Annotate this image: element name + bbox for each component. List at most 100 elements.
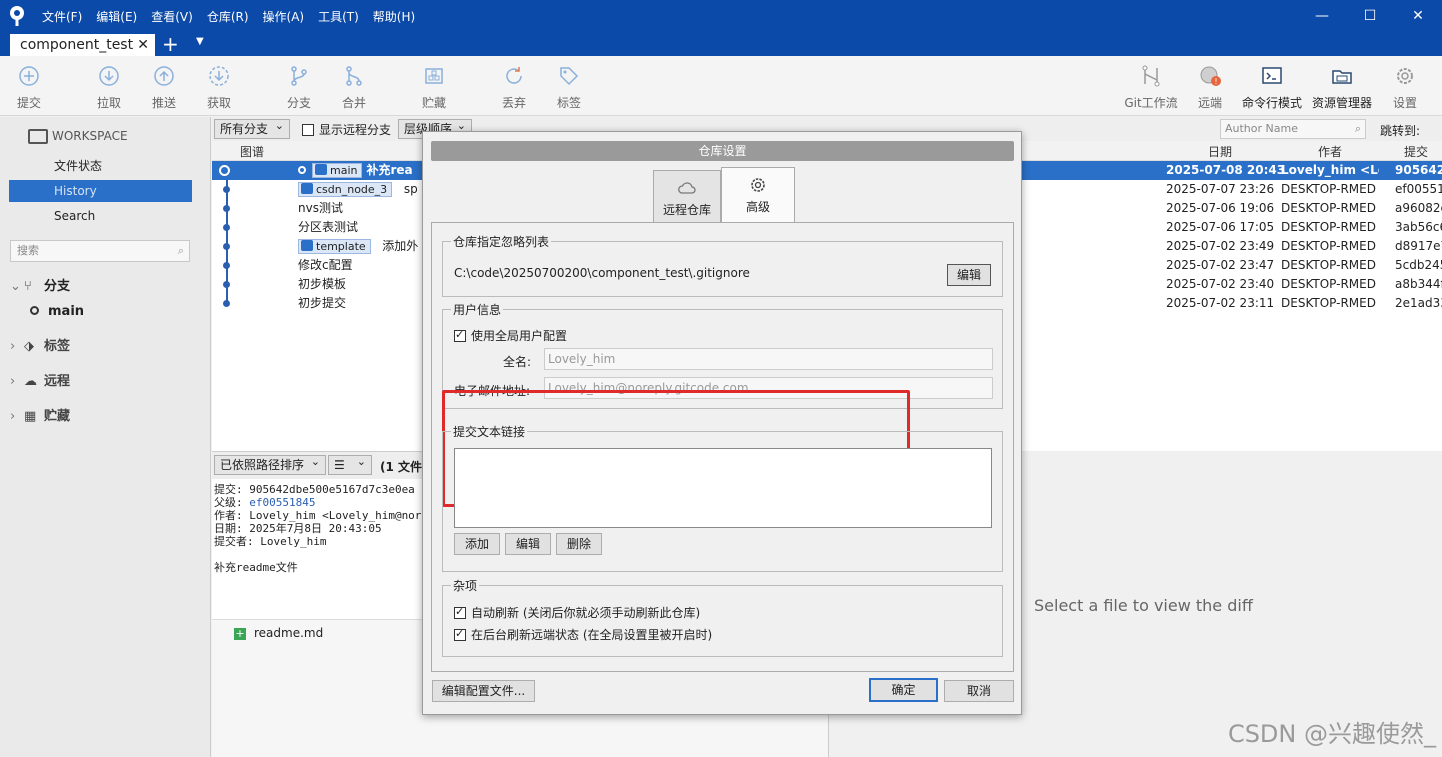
column-date[interactable]: 日期 xyxy=(1208,143,1232,160)
list-item[interactable]: + readme.md xyxy=(234,626,323,640)
search-icon: ⌕ xyxy=(1354,122,1361,135)
file-view-dropdown[interactable]: ☰ xyxy=(328,453,372,475)
new-tab-button[interactable]: + xyxy=(162,33,179,55)
show-remote-branches-checkbox[interactable]: 显示远程分支 xyxy=(302,121,391,138)
edit-ignore-button[interactable]: 编辑 xyxy=(947,264,991,286)
branch-button[interactable]: 分支 xyxy=(274,64,324,111)
sidebar-branches-section[interactable]: ⌄ ⑂ 分支 xyxy=(10,275,70,294)
tab-remote-label: 远程仓库 xyxy=(662,203,711,217)
discard-button[interactable]: 丢弃 xyxy=(489,64,539,111)
commit-button[interactable]: 提交 xyxy=(4,64,54,111)
edit-config-file-button[interactable]: 编辑配置文件... xyxy=(432,680,535,702)
tab-list-dropdown-icon[interactable]: ▼ xyxy=(196,36,204,47)
commit-hash: a8b344f xyxy=(1395,277,1442,291)
menu-bar: 文件(F) 编辑(E) 查看(V) 仓库(R) 操作(A) 工具(T) 帮助(H… xyxy=(42,8,415,25)
terminal-button[interactable]: 命令行模式 xyxy=(1240,64,1304,111)
commit-hash: ef00551 xyxy=(1395,182,1442,196)
commit-hash: a96082e xyxy=(1395,201,1442,215)
column-author[interactable]: 作者 xyxy=(1318,143,1342,160)
settings-button[interactable]: 设置 xyxy=(1380,64,1430,111)
commit-dot xyxy=(223,243,230,250)
push-label: 推送 xyxy=(151,96,176,110)
tags-label: 标签 xyxy=(44,339,71,354)
current-branch-icon xyxy=(30,306,39,315)
commit-links-list[interactable] xyxy=(454,448,992,528)
branch-badge-label: main xyxy=(330,164,358,177)
gitflow-button[interactable]: Git工作流 xyxy=(1121,64,1181,111)
stash-button[interactable]: 贮藏 xyxy=(409,64,459,111)
checkbox-checked-icon xyxy=(454,627,466,641)
fetch-label: 获取 xyxy=(206,96,231,110)
tag-icon: ⬗ xyxy=(24,339,34,354)
delete-link-button[interactable]: 删除 xyxy=(556,533,602,555)
ignore-list-legend: 仓库指定忽略列表 xyxy=(453,235,550,249)
fetch-button[interactable]: 获取 xyxy=(194,64,244,111)
chevron-right-icon: › xyxy=(10,409,16,424)
column-graph[interactable]: 图谱 xyxy=(240,143,264,160)
repo-settings-dialog: 仓库设置 远程仓库 高级 仓库指定忽略列表 C:\code\2025070020… xyxy=(422,131,1022,715)
auto-refresh-checkbox[interactable]: 自动刷新 (关闭后你就必须手动刷新此仓库) xyxy=(454,604,700,621)
remote-button[interactable]: ! 远端 xyxy=(1185,64,1235,111)
pull-button[interactable]: 拉取 xyxy=(84,64,134,111)
menu-file[interactable]: 文件(F) xyxy=(42,8,82,25)
sidebar-remotes-section[interactable]: › ☁ 远程 xyxy=(10,370,70,389)
sidebar-item-file-status[interactable]: 文件状态 xyxy=(9,155,192,177)
commit-date: 2025-07-07 23:26 xyxy=(1166,182,1275,196)
ok-button[interactable]: 确定 xyxy=(869,678,938,702)
tag-icon xyxy=(560,67,579,86)
tag-label: 标签 xyxy=(556,96,581,110)
discard-icon xyxy=(506,67,522,84)
menu-edit[interactable]: 编辑(E) xyxy=(96,8,137,25)
menu-repository[interactable]: 仓库(R) xyxy=(207,8,249,25)
add-link-button[interactable]: 添加 xyxy=(454,533,500,555)
sidebar-search-input[interactable]: 搜索 ⌕ xyxy=(10,240,190,262)
branch-filter-dropdown[interactable]: 所有分支 xyxy=(214,117,290,139)
use-global-user-checkbox[interactable]: 使用全局用户配置 xyxy=(454,327,567,344)
cloud-icon xyxy=(678,182,696,194)
gear-icon xyxy=(1397,68,1413,84)
commit-author: Lovely_him <Lo xyxy=(1281,163,1379,177)
branch-badge: main xyxy=(312,163,363,178)
tab-component-test[interactable]: component_test ✕ xyxy=(10,34,155,56)
user-info-legend: 用户信息 xyxy=(453,303,502,317)
bg-refresh-checkbox[interactable]: 在后台刷新远端状态 (在全局设置里被开启时) xyxy=(454,626,712,643)
author-filter-input[interactable]: Author Name ⌕ xyxy=(1220,119,1366,139)
sidebar-stashes-section[interactable]: › ▦ 贮藏 xyxy=(10,405,70,424)
explorer-button[interactable]: 资源管理器 xyxy=(1309,64,1375,111)
merge-label: 合并 xyxy=(341,96,366,110)
menu-tools[interactable]: 工具(T) xyxy=(318,8,359,25)
file-sort-dropdown[interactable]: 已依照路径排序 xyxy=(214,453,326,475)
close-window-button[interactable]: ✕ xyxy=(1394,0,1442,32)
sidebar-branch-main[interactable]: main xyxy=(30,304,84,319)
bg-refresh-label: 在后台刷新远端状态 (在全局设置里被开启时) xyxy=(471,628,713,642)
sidebar-item-history[interactable]: History xyxy=(9,180,192,202)
tab-advanced[interactable]: 高级 xyxy=(721,167,795,224)
commit-links-legend: 提交文本链接 xyxy=(453,425,526,439)
menu-help[interactable]: 帮助(H) xyxy=(373,8,415,25)
cancel-button[interactable]: 取消 xyxy=(944,680,1014,702)
tab-remote-repos[interactable]: 远程仓库 xyxy=(653,170,721,226)
column-commit[interactable]: 提交 xyxy=(1404,143,1428,160)
commit-date: 2025-07-02 23:11 xyxy=(1166,296,1275,310)
stashes-label: 贮藏 xyxy=(44,409,71,424)
sidebar-item-search[interactable]: Search xyxy=(9,205,192,227)
edit-link-button[interactable]: 编辑 xyxy=(505,533,551,555)
menu-actions[interactable]: 操作(A) xyxy=(263,8,305,25)
push-button[interactable]: 推送 xyxy=(139,64,189,111)
menu-view[interactable]: 查看(V) xyxy=(151,8,193,25)
minimize-button[interactable]: — xyxy=(1298,0,1346,32)
tab-close-icon[interactable]: ✕ xyxy=(137,34,149,56)
maximize-button[interactable]: ☐ xyxy=(1346,0,1394,32)
remotes-label: 远程 xyxy=(44,374,71,389)
commit-message: 添加外 xyxy=(382,239,419,253)
commit-message: 修改c配置 xyxy=(298,258,353,272)
sidebar-tags-section[interactable]: › ⬗ 标签 xyxy=(10,335,70,354)
repo-tab-bar: component_test ✕ + ▼ xyxy=(0,32,1442,56)
parent-hash-link[interactable]: ef00551845 xyxy=(249,496,315,509)
tag-button[interactable]: 标签 xyxy=(544,64,594,111)
branch-label: 分支 xyxy=(286,96,311,110)
branches-label: 分支 xyxy=(44,279,71,294)
fullname-field[interactable]: Lovely_him xyxy=(544,348,993,370)
commit-message: 补充rea xyxy=(366,163,413,177)
merge-button[interactable]: 合并 xyxy=(329,64,379,111)
